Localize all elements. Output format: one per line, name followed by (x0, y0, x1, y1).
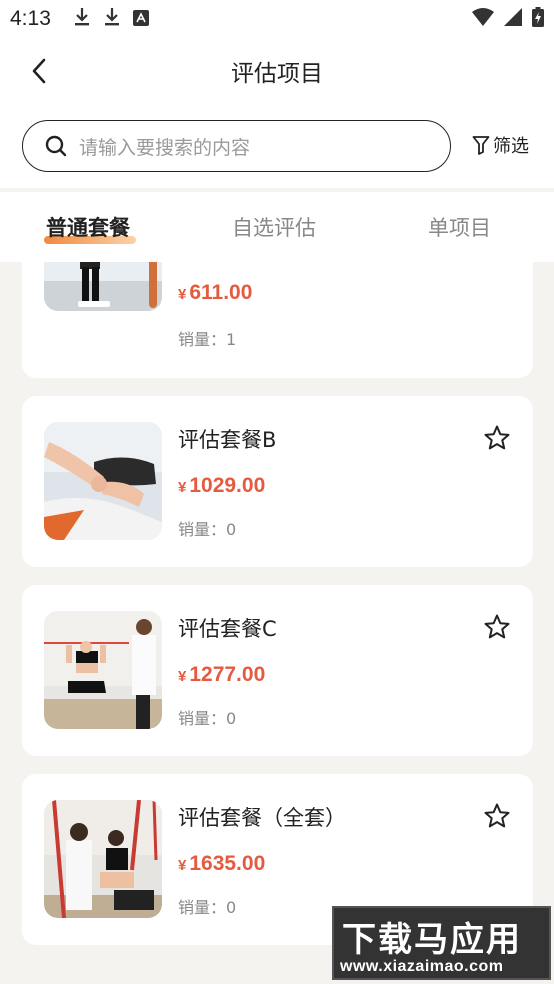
search-input[interactable]: 请输入要搜索的内容 (22, 120, 451, 172)
nav-bar: 评估项目 (0, 38, 554, 104)
tab-regular-packages[interactable]: 普通套餐 (46, 212, 130, 242)
filter-icon (472, 136, 490, 155)
app-notification-icon (132, 7, 149, 31)
tab-custom-assessment[interactable]: 自选评估 (232, 212, 316, 242)
search-placeholder: 请输入要搜索的内容 (79, 136, 251, 159)
favorite-star-icon[interactable] (483, 613, 511, 641)
tab-label: 自选评估 (232, 216, 316, 240)
status-bar: 4:13 (0, 0, 554, 38)
tab-label: 普通套餐 (46, 216, 130, 240)
package-price: ¥611.00 (178, 281, 253, 304)
tab-label: 单项目 (428, 216, 491, 240)
favorite-star-icon[interactable] (483, 424, 511, 452)
package-sales: 销量：1 (178, 330, 237, 349)
watermark-title: 下载马应用 (342, 920, 522, 960)
status-time: 4:13 (10, 7, 51, 30)
filter-label: 筛选 (493, 136, 529, 157)
favorite-star-icon[interactable] (483, 802, 511, 830)
tab-single-item[interactable]: 单项目 (428, 212, 491, 242)
package-name: 评估套餐（全套） (178, 806, 346, 830)
signal-icon (504, 7, 522, 31)
package-sales: 销量：0 (178, 898, 237, 917)
package-thumbnail (44, 611, 162, 729)
package-sales: 销量：0 (178, 709, 237, 728)
download-icon (103, 7, 121, 32)
package-card[interactable]: 评估套餐C ¥1277.00 销量：0 (22, 585, 533, 756)
package-card[interactable]: 评估套餐B ¥1029.00 销量：0 (22, 396, 533, 567)
package-price: ¥1635.00 (178, 852, 266, 875)
wifi-icon (472, 7, 494, 31)
package-thumbnail (44, 422, 162, 540)
package-price: ¥1277.00 (178, 663, 266, 686)
package-sales: 销量：0 (178, 520, 237, 539)
search-row: 请输入要搜索的内容 筛选 (0, 104, 554, 188)
battery-icon (532, 6, 544, 32)
package-name: 评估套餐B (178, 428, 277, 452)
page-title: 评估项目 (231, 61, 323, 87)
package-name: 评估套餐C (178, 617, 277, 641)
filter-button[interactable]: 筛选 (472, 132, 529, 158)
watermark-url: www.xiazaimao.com (340, 958, 504, 975)
package-card[interactable]: ¥611.00 销量：1 (22, 262, 533, 378)
package-thumbnail (44, 262, 162, 311)
package-list[interactable]: ¥611.00 销量：1 评估套餐B ¥1029.00 销量：0 评估套餐C ¥… (0, 262, 554, 984)
tab-bar: 普通套餐 自选评估 单项目 (0, 192, 554, 262)
back-button[interactable] (22, 54, 56, 88)
search-icon (45, 135, 67, 157)
package-price: ¥1029.00 (178, 474, 266, 497)
package-thumbnail (44, 800, 162, 918)
download-icon (73, 7, 91, 32)
chevron-left-icon (32, 58, 46, 84)
site-watermark: 下载马应用 www.xiazaimao.com (332, 906, 551, 980)
